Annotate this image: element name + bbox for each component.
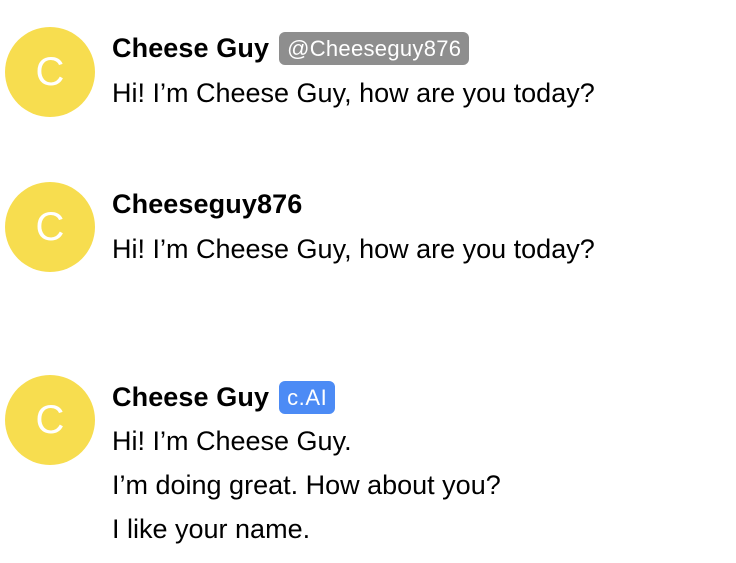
message-text: Hi! I’m Cheese Guy, how are you today? — [112, 78, 595, 108]
sender-name[interactable]: Cheese Guy — [112, 382, 269, 413]
message-text: Hi! I’m Cheese Guy, how are you today? — [112, 234, 595, 264]
username-badge: @Cheeseguy876 — [279, 31, 470, 65]
ai-badge: c.AI — [279, 380, 336, 414]
sender-name[interactable]: Cheese Guy — [112, 33, 269, 64]
avatar[interactable]: C — [5, 375, 95, 465]
avatar[interactable]: C — [5, 27, 95, 117]
message-header: Cheese Guy @Cheeseguy876 — [112, 31, 470, 65]
message-header: Cheeseguy876 — [112, 187, 302, 221]
message-text: I like your name. — [112, 514, 311, 544]
message-header: Cheese Guy c.AI — [112, 380, 336, 414]
message-text: Hi! I’m Cheese Guy. — [112, 426, 352, 456]
avatar[interactable]: C — [5, 182, 95, 272]
sender-name[interactable]: Cheeseguy876 — [112, 189, 302, 220]
message-text: I’m doing great. How about you? — [112, 470, 501, 500]
